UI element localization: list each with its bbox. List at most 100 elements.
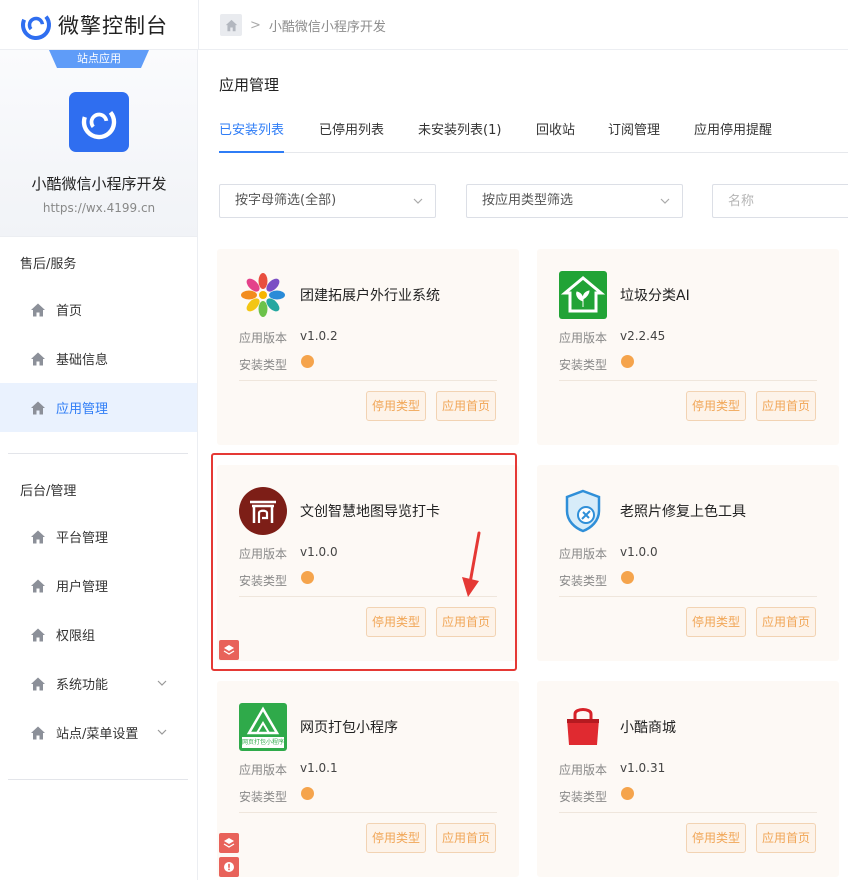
sidebar: 站点应用 小酷微信小程序开发 https://wx.4199.cn 售后/服务 … <box>0 50 198 880</box>
name-search-input[interactable] <box>712 184 848 218</box>
breadcrumb-separator: > <box>250 17 261 33</box>
sidebar-item-basic-info[interactable]: 基础信息 <box>0 334 197 383</box>
type-filter-select[interactable]: 按应用类型筛选 <box>466 184 683 218</box>
red-arrow-annotation <box>462 531 481 597</box>
brand[interactable]: 微擎控制台 <box>20 8 168 42</box>
home-icon <box>31 530 45 543</box>
app-card: 小酷商城 应用版本 v1.0.31 安装类型 停用类型 应用首页 <box>537 681 839 877</box>
home-icon <box>31 579 45 592</box>
app-title[interactable]: 网页打包小程序 <box>300 717 398 737</box>
install-type-label: 安装类型 <box>239 358 288 372</box>
warning-tag[interactable] <box>219 857 239 877</box>
version-value: v1.0.0 <box>620 545 658 559</box>
app-card: 团建拓展户外行业系统 应用版本 v1.0.2 安装类型 停用类型 应用首页 <box>217 249 519 445</box>
sidebar-item-system[interactable]: 系统功能 <box>0 659 197 708</box>
disable-type-button[interactable]: 停用类型 <box>686 823 747 853</box>
sidebar-item-label: 首页 <box>56 304 83 319</box>
layers-tag[interactable] <box>219 640 239 660</box>
breadcrumb-home-button[interactable] <box>220 14 242 36</box>
main-content: 应用管理 已安装列表 已停用列表 未安装列表(1) 回收站 订阅管理 应用停用提… <box>199 51 848 880</box>
sidebar-item-platform[interactable]: 平台管理 <box>0 512 197 561</box>
sidebar-item-home[interactable]: 首页 <box>0 285 197 334</box>
home-icon <box>225 19 237 31</box>
app-title[interactable]: 老照片修复上色工具 <box>620 501 746 521</box>
tab-bar: 已安装列表 已停用列表 未安装列表(1) 回收站 订阅管理 应用停用提醒 <box>219 115 848 153</box>
tab-disabled[interactable]: 已停用列表 <box>319 119 384 153</box>
weiqing-logo-icon <box>81 104 117 140</box>
card-divider <box>239 812 497 813</box>
disable-type-button[interactable]: 停用类型 <box>366 823 427 853</box>
install-type-label: 安装类型 <box>559 358 608 372</box>
card-divider <box>559 596 817 597</box>
weiqing-logo-icon <box>21 10 51 40</box>
sidebar-item-site-menu[interactable]: 站点/菜单设置 <box>0 708 197 757</box>
version-value: v1.0.2 <box>300 329 338 343</box>
sidebar-item-users[interactable]: 用户管理 <box>0 561 197 610</box>
version-label: 应用版本 <box>559 547 608 561</box>
site-card: 站点应用 小酷微信小程序开发 https://wx.4199.cn <box>0 50 197 237</box>
sidebar-item-label: 用户管理 <box>56 580 109 595</box>
layers-icon <box>223 838 235 848</box>
app-home-button[interactable]: 应用首页 <box>756 391 817 421</box>
app-title[interactable]: 文创智慧地图导览打卡 <box>300 501 440 521</box>
brand-name: 微擎控制台 <box>58 14 168 38</box>
type-filter-value: 按应用类型筛选 <box>482 193 574 208</box>
app-title[interactable]: 团建拓展户外行业系统 <box>300 285 440 305</box>
layers-tag[interactable] <box>219 833 239 853</box>
shopping-bag-icon <box>559 703 607 751</box>
home-icon <box>31 628 45 641</box>
letter-filter-select[interactable]: 按字母筛选(全部) <box>219 184 436 218</box>
app-title[interactable]: 垃圾分类AI <box>620 285 690 305</box>
sidebar-item-label: 系统功能 <box>56 678 109 693</box>
home-icon <box>31 401 45 414</box>
site-logo[interactable] <box>69 92 129 152</box>
disable-type-button[interactable]: 停用类型 <box>686 607 747 637</box>
tab-not-installed[interactable]: 未安装列表(1) <box>418 119 501 153</box>
letter-filter-value: 按字母筛选(全部) <box>235 193 337 208</box>
site-name: 小酷微信小程序开发 <box>31 175 167 193</box>
sidebar-item-app-management[interactable]: 应用管理 <box>0 383 197 432</box>
home-icon <box>31 726 45 739</box>
app-home-button[interactable]: 应用首页 <box>436 823 497 853</box>
version-label: 应用版本 <box>239 331 288 345</box>
sidebar-item-permissions[interactable]: 权限组 <box>0 610 197 659</box>
app-card: 老照片修复上色工具 应用版本 v1.0.0 安装类型 停用类型 应用首页 <box>537 465 839 661</box>
install-type-icon <box>301 355 314 368</box>
card-divider <box>559 380 817 381</box>
page-title: 应用管理 <box>219 76 280 94</box>
tab-recycle-bin[interactable]: 回收站 <box>536 119 575 153</box>
site-url[interactable]: https://wx.4199.cn <box>0 201 198 215</box>
version-value: v1.0.1 <box>300 761 338 775</box>
tab-installed[interactable]: 已安装列表 <box>219 119 285 153</box>
breadcrumb-current[interactable]: 小酷微信小程序开发 <box>269 16 386 35</box>
tab-subscription[interactable]: 订阅管理 <box>608 119 660 153</box>
install-type-label: 安装类型 <box>239 790 288 804</box>
chevron-down-icon <box>157 680 167 686</box>
site-app-ribbon: 站点应用 <box>49 50 149 68</box>
install-type-label: 安装类型 <box>239 574 288 588</box>
sidebar-item-label: 基础信息 <box>56 353 109 368</box>
app-home-button[interactable]: 应用首页 <box>436 607 497 637</box>
webpage-pack-icon-text: 网页打包小程序 <box>242 739 284 746</box>
app-home-button[interactable]: 应用首页 <box>756 823 817 853</box>
disable-type-button[interactable]: 停用类型 <box>686 391 747 421</box>
sidebar-divider <box>8 779 188 780</box>
top-header: 微擎控制台 > 小酷微信小程序开发 <box>0 0 848 50</box>
disable-type-button[interactable]: 停用类型 <box>366 607 427 637</box>
layers-icon <box>223 645 235 655</box>
home-icon <box>31 303 45 316</box>
sidebar-item-label: 应用管理 <box>56 402 109 417</box>
install-type-icon <box>301 787 314 800</box>
chevron-down-icon <box>413 198 423 204</box>
green-house-icon <box>559 271 607 319</box>
chevron-down-icon <box>660 198 670 204</box>
card-divider <box>239 380 497 381</box>
version-value: v2.2.45 <box>620 329 666 343</box>
app-home-button[interactable]: 应用首页 <box>436 391 497 421</box>
disable-type-button[interactable]: 停用类型 <box>366 391 427 421</box>
tab-disable-reminder[interactable]: 应用停用提醒 <box>694 119 772 153</box>
app-home-button[interactable]: 应用首页 <box>756 607 817 637</box>
version-label: 应用版本 <box>239 763 288 777</box>
install-type-icon <box>621 355 634 368</box>
app-title[interactable]: 小酷商城 <box>620 717 676 737</box>
